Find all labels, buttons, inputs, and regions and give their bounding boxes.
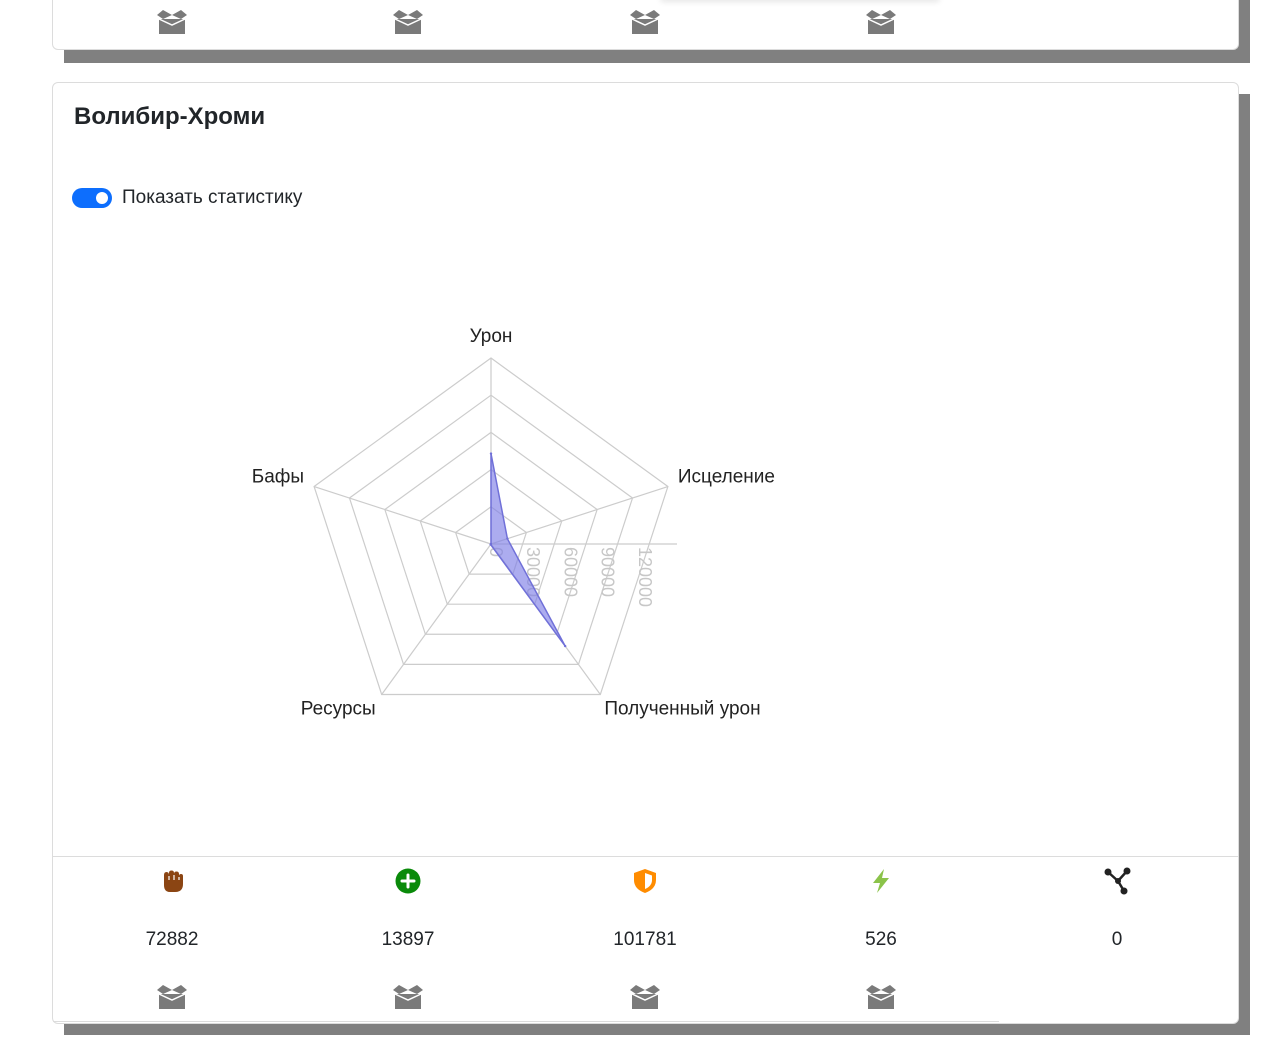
radar-axis-label: Ресурсы <box>301 698 376 719</box>
radar-chart: 0300006000090000120000УронИсцелениеПолуч… <box>252 326 775 719</box>
radar-axis-label: Урон <box>470 326 513 347</box>
radar-axis-label: Бафы <box>252 467 304 488</box>
box-icon <box>393 10 423 34</box>
radar-data-point <box>563 644 567 648</box>
box-icon <box>630 985 660 1009</box>
radar-spoke <box>381 543 492 695</box>
box-icon <box>157 985 187 1009</box>
radar-axis-label: Полученный урон <box>604 698 760 719</box>
radar-spoke <box>313 485 492 545</box>
radar-tick-label: 60000 <box>560 547 580 597</box>
radar-data-point <box>506 537 509 540</box>
card-bottom-line <box>53 1021 999 1022</box>
stat-damage-value: 72882 <box>145 929 199 950</box>
bolt-icon <box>873 869 889 893</box>
plus-circle-icon <box>395 868 421 894</box>
box-icon <box>630 10 660 34</box>
stat-damage-taken-value: 101781 <box>613 929 677 950</box>
stat-resources-value: 526 <box>865 929 897 950</box>
stat-buffs-value: 0 <box>1111 929 1123 950</box>
radar-axis-label: Исцеление <box>678 467 775 488</box>
radar-tick-label: 120000 <box>635 547 655 607</box>
top-card <box>52 0 1239 50</box>
radar-tick-label: 90000 <box>598 547 618 597</box>
box-icon <box>866 985 896 1009</box>
stats-divider <box>53 856 1238 857</box>
champion-card: Волибир-Хроми Показать статистику 030000… <box>52 82 1239 1024</box>
box-icon <box>866 10 896 34</box>
fist-icon <box>164 870 183 892</box>
radar-data-point <box>489 542 493 546</box>
box-icon <box>393 985 423 1009</box>
radar-data-point <box>489 452 493 455</box>
radar-spoke <box>490 485 669 545</box>
share-nodes-icon <box>1104 867 1131 895</box>
box-icon <box>157 10 187 34</box>
stat-healing-value: 13897 <box>381 929 435 950</box>
shield-icon <box>634 869 656 893</box>
